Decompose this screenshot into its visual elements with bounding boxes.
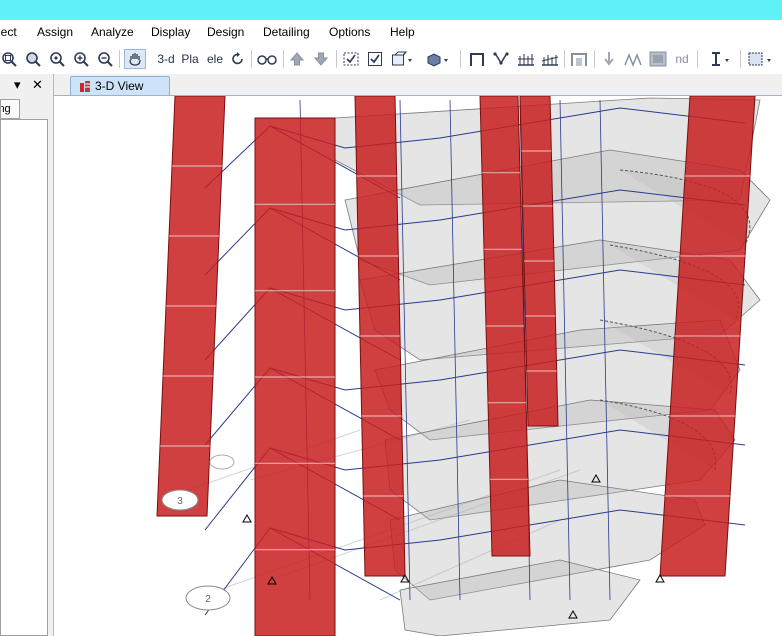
support-pin[interactable] xyxy=(242,513,252,523)
view-elevation-button[interactable]: ele xyxy=(205,49,225,69)
panel-tab[interactable]: ing xyxy=(0,99,20,119)
move-down-icon[interactable] xyxy=(312,49,330,69)
menu-assign[interactable]: Assign xyxy=(37,25,73,39)
draw-brace-icon[interactable] xyxy=(492,49,510,69)
menu-design[interactable]: Design xyxy=(207,25,244,39)
tab-3d-view[interactable]: 3-D View xyxy=(70,76,170,95)
zoom-in-icon[interactable] xyxy=(72,49,90,69)
toolbar-separator xyxy=(336,50,337,68)
grid-bubble-label[interactable]: 3 xyxy=(177,496,183,507)
menu-options[interactable]: Options xyxy=(329,25,370,39)
draw-floor-icon[interactable] xyxy=(516,49,536,69)
grid-bubble-label[interactable]: 2 xyxy=(205,594,211,605)
zoom-fit-icon[interactable] xyxy=(24,49,42,69)
panel-close-icon[interactable]: ✕ xyxy=(32,77,43,93)
rotate-icon[interactable] xyxy=(229,49,247,69)
pan-icon[interactable] xyxy=(124,49,146,69)
select-all-icon[interactable] xyxy=(341,49,361,69)
toolbar-separator xyxy=(564,50,565,68)
zoom-previous-icon[interactable] xyxy=(48,49,66,69)
draw-opening-icon[interactable] xyxy=(569,49,589,69)
structural-model[interactable]: 32 xyxy=(54,96,782,636)
assign-area-icon[interactable] xyxy=(648,49,668,69)
menu-bar: lect Assign Analyze Display Design Detai… xyxy=(0,20,782,44)
toolbar-separator xyxy=(594,50,595,68)
draw-frame-icon[interactable] xyxy=(468,49,486,69)
grid-bubble[interactable] xyxy=(209,454,235,470)
toolbar-separator xyxy=(697,50,698,68)
panel-tree[interactable] xyxy=(0,119,48,636)
move-up-icon[interactable] xyxy=(288,49,306,69)
section-icon[interactable] xyxy=(708,49,734,69)
building-icon xyxy=(80,81,90,92)
menu-display[interactable]: Display xyxy=(151,25,190,39)
toolbar: 3-d Pla ele nd xyxy=(0,44,782,74)
menu-select[interactable]: lect xyxy=(0,25,17,39)
perspective-icon[interactable] xyxy=(256,49,278,69)
node-label-button[interactable]: nd xyxy=(673,49,691,69)
menu-analyze[interactable]: Analyze xyxy=(91,25,134,39)
zoom-out-icon[interactable] xyxy=(96,49,114,69)
set-display-options-icon[interactable] xyxy=(390,49,414,69)
view-plan-button[interactable]: Pla xyxy=(180,49,200,69)
title-bar xyxy=(0,0,782,20)
draw-wall-icon[interactable] xyxy=(540,49,560,69)
menu-detailing[interactable]: Detailing xyxy=(263,25,310,39)
assign-brace-load-icon[interactable] xyxy=(622,49,644,69)
zoom-window-icon[interactable] xyxy=(0,49,18,69)
toolbar-separator xyxy=(251,50,252,68)
toolbar-separator xyxy=(119,50,120,68)
check-icon[interactable] xyxy=(366,49,384,69)
panel-dropdown-icon[interactable]: ▾ xyxy=(14,77,21,93)
toolbar-separator xyxy=(740,50,741,68)
object-shading-icon[interactable] xyxy=(425,49,451,69)
model-explorer-panel: ▾ ✕ ing xyxy=(0,74,54,636)
view-options-icon[interactable] xyxy=(746,49,776,69)
menu-help[interactable]: Help xyxy=(390,25,415,39)
toolbar-separator xyxy=(283,50,284,68)
toolbar-separator xyxy=(460,50,461,68)
view-tab-bar: 3-D View xyxy=(54,74,782,96)
panel-header: ▾ ✕ xyxy=(0,74,54,96)
tab-title: 3-D View xyxy=(95,79,144,93)
assign-load-icon[interactable] xyxy=(600,49,618,69)
3d-viewport[interactable]: 32 xyxy=(54,96,782,636)
view-3d-button[interactable]: 3-d xyxy=(155,49,177,69)
